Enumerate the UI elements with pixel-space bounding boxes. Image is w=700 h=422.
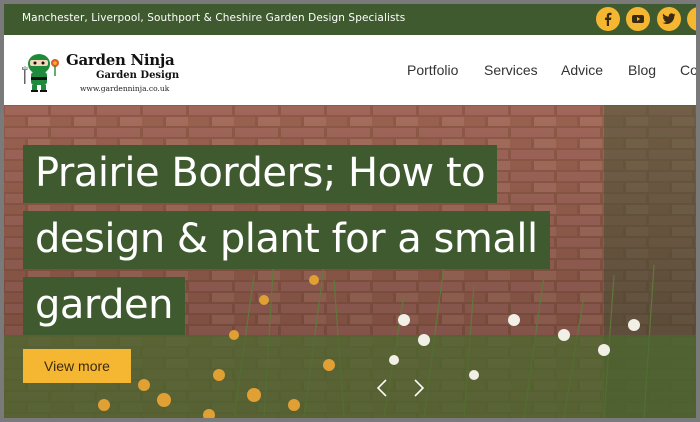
logo-title: Garden Ninja <box>66 51 175 69</box>
hero-title-line: design & plant for a small <box>23 211 550 269</box>
nav-label: Services <box>484 62 538 78</box>
nav-item-contact[interactable]: Co <box>680 35 696 105</box>
nav-item-blog[interactable]: Blog <box>628 35 656 105</box>
site-header: Garden Ninja Garden Design www.gardennin… <box>4 35 696 105</box>
facebook-icon[interactable] <box>596 7 620 31</box>
view-more-button[interactable]: View more <box>23 349 131 383</box>
ninja-logo-icon <box>22 54 59 92</box>
logo-subtitle: Garden Design <box>96 70 180 81</box>
nav-label: Blog <box>628 62 657 78</box>
nav-item-services[interactable]: Services <box>484 35 538 105</box>
logo-url: www.gardenninja.co.uk <box>80 84 170 93</box>
instagram-icon[interactable] <box>687 7 696 31</box>
nav-label: Co <box>680 62 696 78</box>
hero-title-line: garden <box>23 277 185 335</box>
slider-next-arrow-icon[interactable] <box>409 376 429 400</box>
hero-title-line: Prairie Borders; How to <box>23 145 498 203</box>
nav-label: Portfolio <box>407 62 459 78</box>
twitter-icon[interactable] <box>657 7 681 31</box>
nav-label: Advice <box>561 62 604 78</box>
browser-frame: Manchester, Liverpool, Southport & Chesh… <box>4 4 696 418</box>
youtube-icon[interactable] <box>626 7 650 31</box>
nav-item-advice[interactable]: Advice <box>561 35 603 105</box>
site-logo[interactable]: Garden Ninja Garden Design www.gardennin… <box>22 46 179 96</box>
top-bar: Manchester, Liverpool, Southport & Chesh… <box>4 4 696 35</box>
slider-prev-arrow-icon[interactable] <box>372 376 392 400</box>
hero-banner: Prairie Borders; How to design & plant f… <box>4 105 696 418</box>
nav-item-portfolio[interactable]: Portfolio <box>407 35 458 105</box>
tagline: Manchester, Liverpool, Southport & Chesh… <box>22 12 406 24</box>
